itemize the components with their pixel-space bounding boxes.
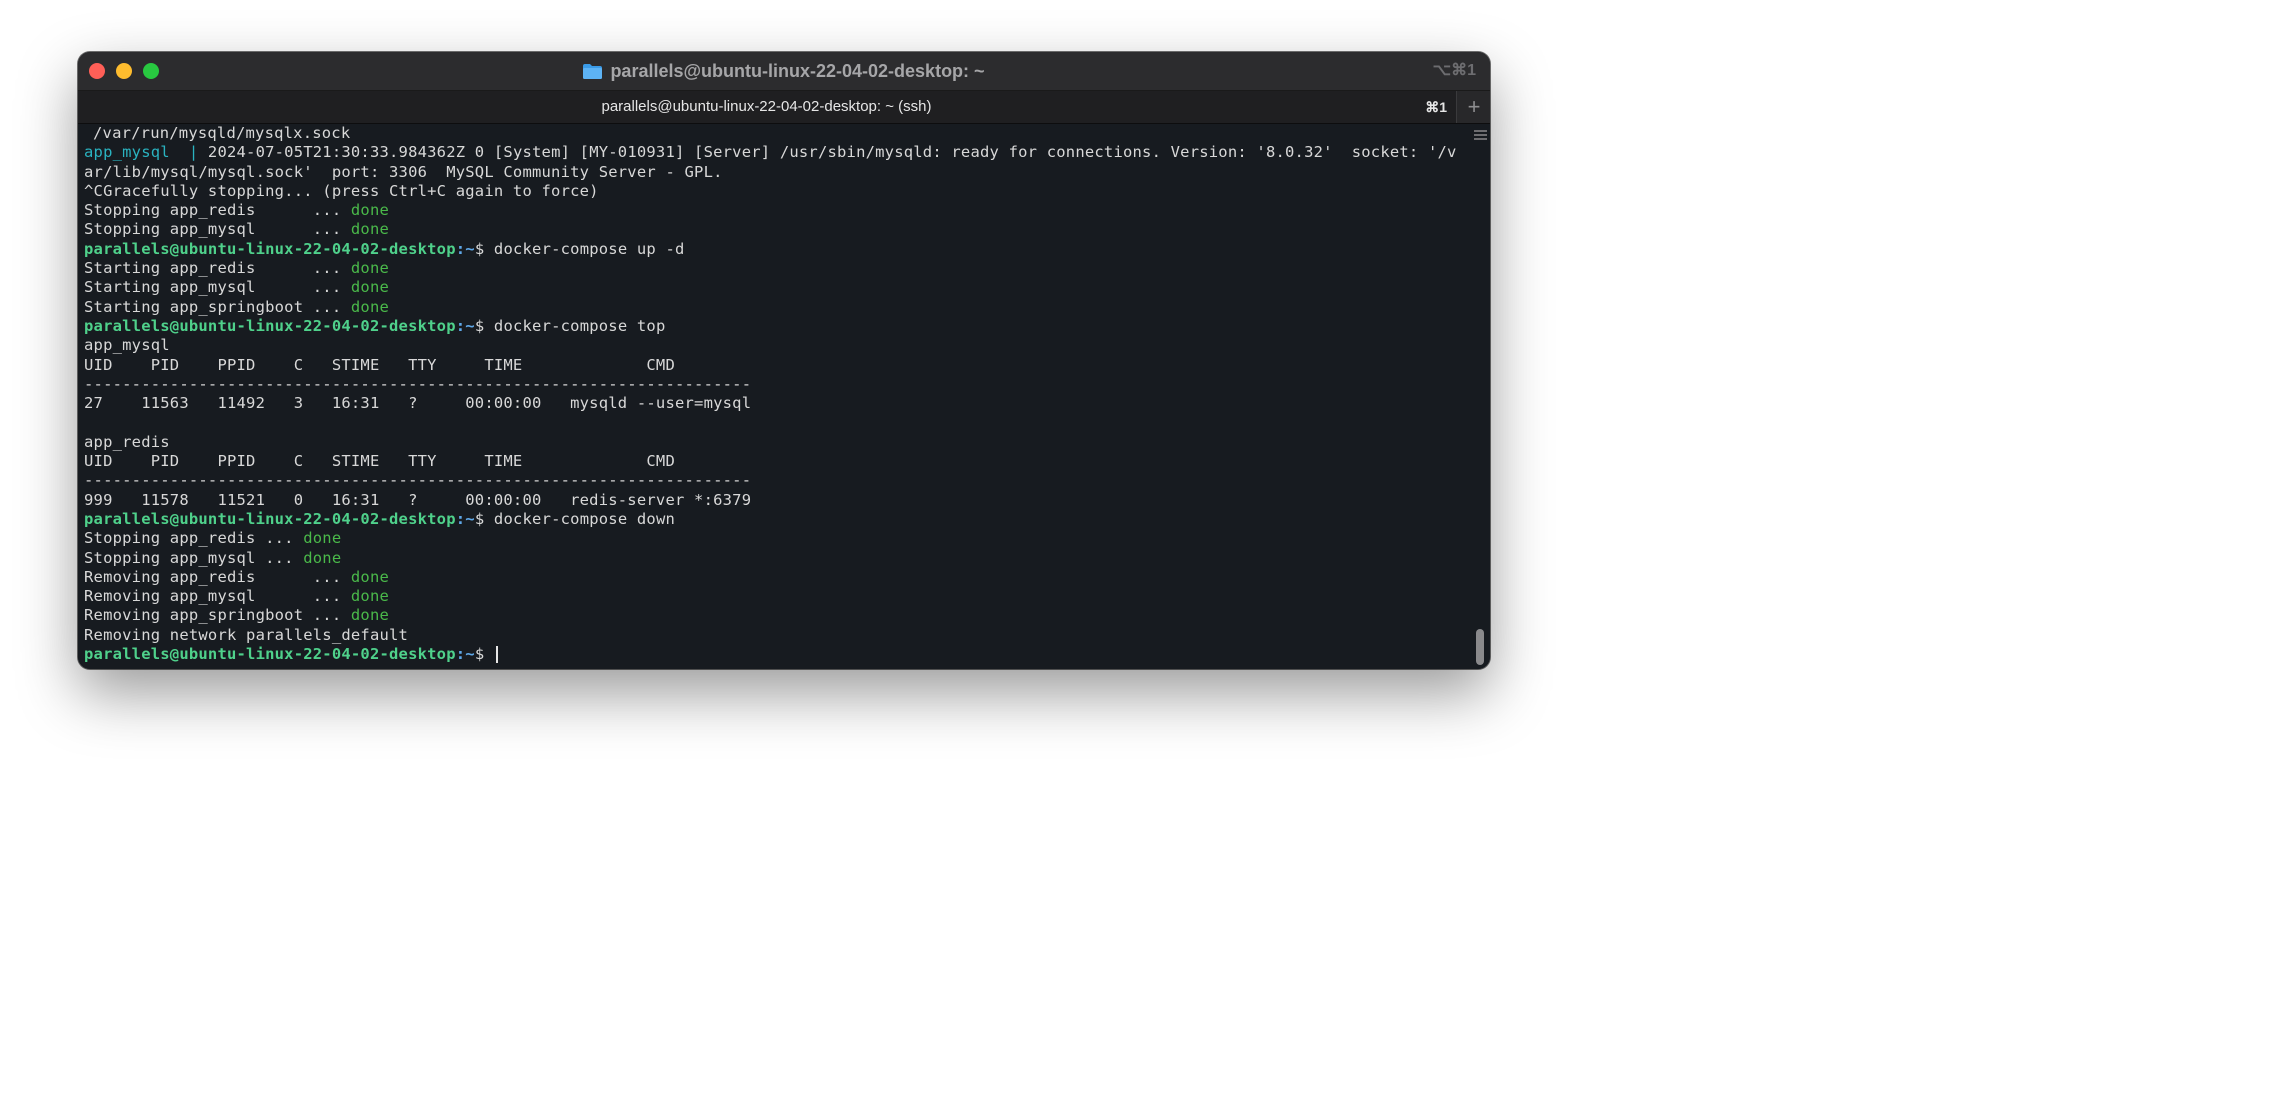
terminal-line: Stopping app_mysql ... done <box>84 548 342 567</box>
terminal-line: ar/lib/mysql/mysql.sock' port: 3306 MySQ… <box>84 162 723 181</box>
prompt-path: ~ <box>465 509 475 528</box>
scroll-marks-icon <box>1474 130 1487 142</box>
prompt-line[interactable]: parallels@ubuntu-linux-22-04-02-desktop:… <box>84 645 1470 664</box>
terminal-line: Starting app_redis ... done <box>84 259 390 278</box>
tab-shortcut: ⌘1 <box>1425 99 1447 115</box>
terminal-line: Stopping app_redis ... done <box>84 201 390 220</box>
text-cursor <box>495 646 498 664</box>
terminal-line: Starting app_mysql ... done <box>84 278 390 297</box>
window-title: parallels@ubuntu-linux-22-04-02-desktop:… <box>78 52 1490 90</box>
terminal-line: Stopping app_mysql ... done <box>84 220 390 239</box>
table-rule: ----------------------------------------… <box>84 374 752 393</box>
prompt-user: parallels@ubuntu-linux-22-04-02-desktop <box>84 645 456 664</box>
command-text: docker-compose top <box>493 316 666 335</box>
prompt-line: parallels@ubuntu-linux-22-04-02-desktop:… <box>84 239 685 258</box>
scrollbar-thumb[interactable] <box>1476 629 1484 665</box>
done-status: done <box>350 587 390 606</box>
prompt-path: ~ <box>465 645 475 664</box>
done-status: done <box>350 278 390 297</box>
terminal-line: Removing network parallels_default <box>84 625 409 644</box>
prompt-path: ~ <box>465 239 475 258</box>
terminal-window: parallels@ubuntu-linux-22-04-02-desktop:… <box>78 52 1490 669</box>
prompt-user: parallels@ubuntu-linux-22-04-02-desktop <box>84 509 456 528</box>
done-status: done <box>350 606 390 625</box>
terminal-output[interactable]: /var/run/mysqld/mysqlx.sock app_mysql | … <box>78 124 1470 669</box>
command-text: docker-compose up -d <box>493 239 685 258</box>
tab-bar: parallels@ubuntu-linux-22-04-02-desktop:… <box>78 91 1490 124</box>
new-tab-button[interactable]: + <box>1456 91 1490 123</box>
command-text: docker-compose down <box>493 509 676 528</box>
table-header: UID PID PPID C STIME TTY TIME CMD <box>84 452 675 471</box>
prompt-user: parallels@ubuntu-linux-22-04-02-desktop <box>84 239 456 258</box>
terminal-line: app_mysql | 2024-07-05T21:30:33.984362Z … <box>84 143 1457 162</box>
done-status: done <box>350 220 390 239</box>
done-status: done <box>350 259 390 278</box>
done-status: done <box>303 529 342 548</box>
terminal-line: Stopping app_redis ... done <box>84 529 342 548</box>
done-status: done <box>350 297 390 316</box>
window-title-text: parallels@ubuntu-linux-22-04-02-desktop:… <box>610 60 985 81</box>
tab-ssh-session[interactable]: parallels@ubuntu-linux-22-04-02-desktop:… <box>78 91 1455 123</box>
title-bar[interactable]: parallels@ubuntu-linux-22-04-02-desktop:… <box>78 52 1490 91</box>
terminal-line: ^CGracefully stopping... (press Ctrl+C a… <box>84 181 599 200</box>
done-status: done <box>303 548 342 567</box>
table-header: UID PID PPID C STIME TTY TIME CMD <box>84 355 675 374</box>
service-prefix: app_mysql | <box>84 143 208 162</box>
terminal-line: app_mysql <box>84 336 170 355</box>
terminal-line: Removing app_springboot ... done <box>84 606 390 625</box>
done-status: done <box>350 201 390 220</box>
terminal-line: Removing app_mysql ... done <box>84 587 390 606</box>
window-shortcut: ⌥⌘1 <box>1432 62 1476 79</box>
tab-title: parallels@ubuntu-linux-22-04-02-desktop:… <box>601 98 932 115</box>
terminal-line: /var/run/mysqld/mysqlx.sock <box>93 124 351 142</box>
done-status: done <box>350 567 390 586</box>
table-rule: ----------------------------------------… <box>84 471 752 490</box>
terminal-line: Starting app_springboot ... done <box>84 297 390 316</box>
prompt-line: parallels@ubuntu-linux-22-04-02-desktop:… <box>84 509 676 528</box>
prompt-path: ~ <box>465 316 475 335</box>
prompt-line: parallels@ubuntu-linux-22-04-02-desktop:… <box>84 316 666 335</box>
scrollbar[interactable] <box>1471 124 1490 669</box>
folder-icon <box>583 63 603 79</box>
table-row: 27 11563 11492 3 16:31 ? 00:00:00 mysqld… <box>84 394 752 413</box>
table-row: 999 11578 11521 0 16:31 ? 00:00:00 redis… <box>84 490 752 509</box>
terminal-line: Removing app_redis ... done <box>84 567 390 586</box>
terminal-line: app_redis <box>84 432 170 451</box>
prompt-user: parallels@ubuntu-linux-22-04-02-desktop <box>84 316 456 335</box>
